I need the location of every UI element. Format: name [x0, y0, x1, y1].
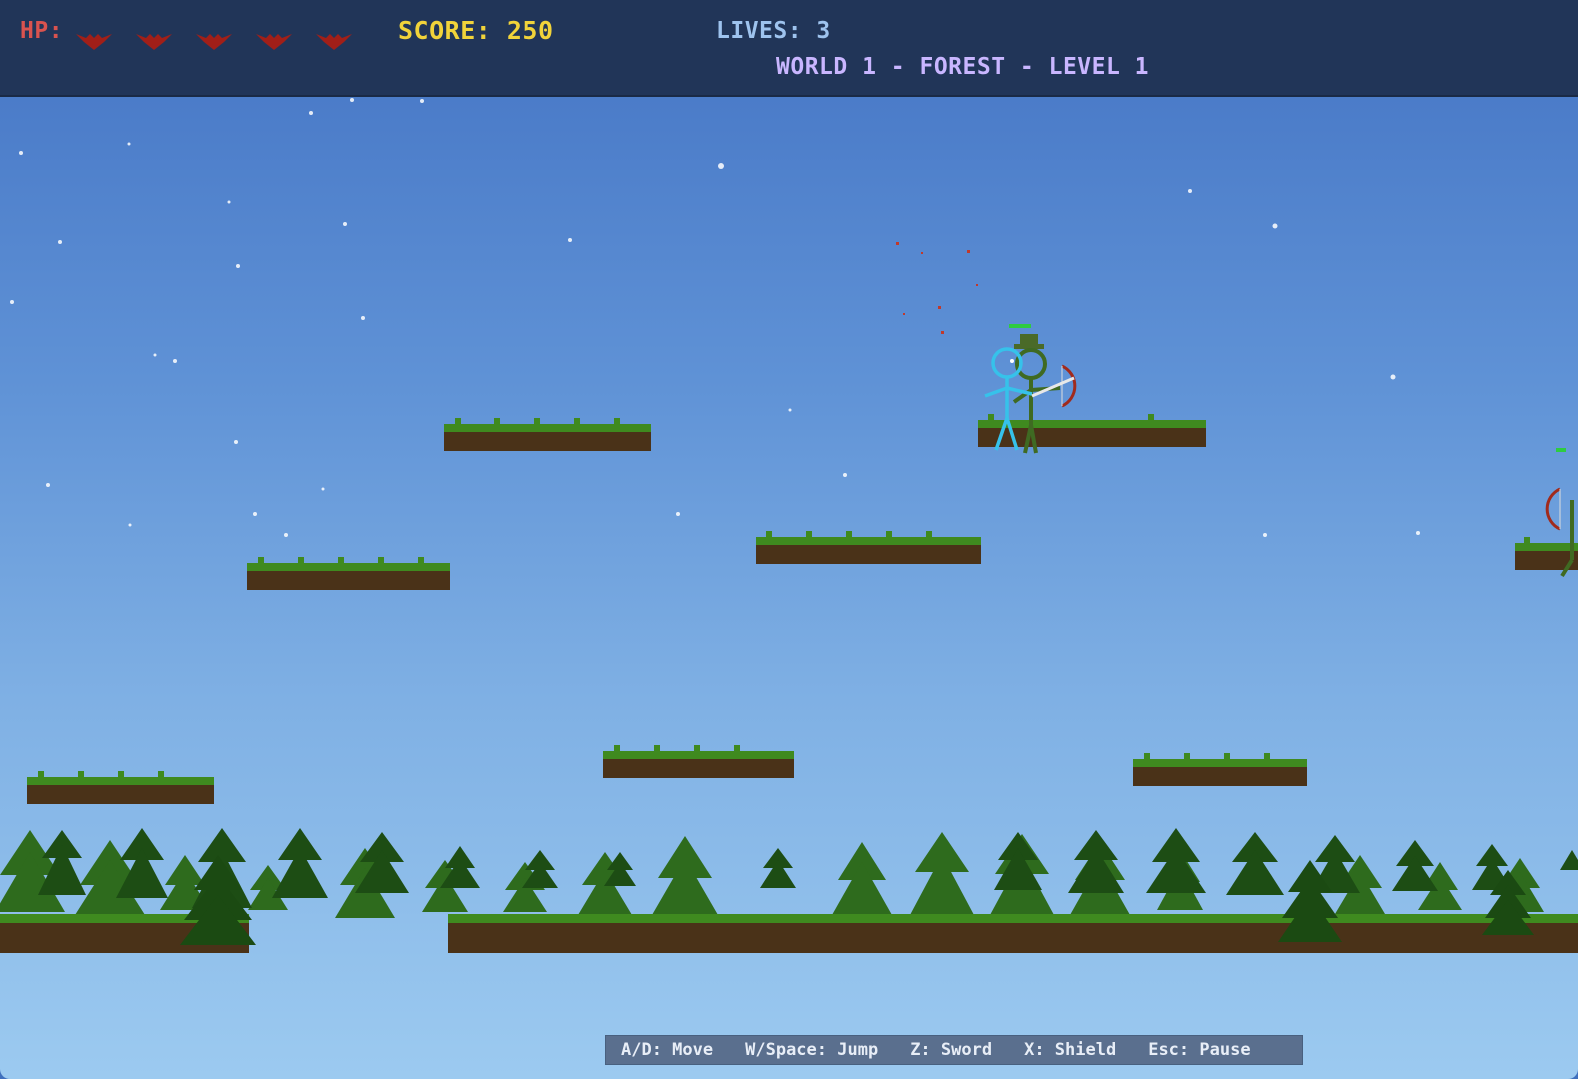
- control-hint-shield: X: Shield: [1024, 1040, 1117, 1060]
- hit-particles: [896, 242, 978, 334]
- winged-heart-icon: [196, 34, 232, 50]
- platform: [603, 751, 794, 778]
- sword-icon: [1031, 376, 1075, 398]
- star-field: [10, 98, 1420, 537]
- platforms: [27, 414, 1578, 804]
- controls-hint-bar: A/D: Move W/Space: Jump Z: Sword X: Shie…: [605, 1035, 1303, 1065]
- winged-heart-icon: [316, 34, 352, 50]
- lives-display: LIVES: 3: [716, 18, 831, 44]
- platform: [247, 563, 450, 590]
- enemy-health-bar: [1009, 324, 1031, 328]
- platform: [444, 424, 651, 451]
- platform: [1133, 759, 1307, 786]
- winged-heart-icon: [136, 34, 172, 50]
- winged-heart-icon: [76, 34, 112, 50]
- game-scene: [0, 98, 1578, 953]
- enemy-health-bar: [1556, 448, 1566, 452]
- control-hint-jump: W/Space: Jump: [745, 1040, 879, 1060]
- platform: [27, 777, 214, 804]
- game-screen[interactable]: HP: SCORE: 250 LIVES: 3 WORLD 1 - FOREST…: [0, 0, 1578, 1079]
- hud-bar: HP: SCORE: 250 LIVES: 3 WORLD 1 - FOREST…: [0, 0, 1578, 97]
- winged-heart-icon: [256, 34, 292, 50]
- platform: [756, 537, 981, 564]
- control-hint-move: A/D: Move: [621, 1040, 714, 1060]
- level-indicator: WORLD 1 - FOREST - LEVEL 1: [776, 54, 1150, 80]
- control-hint-sword: Z: Sword: [910, 1040, 993, 1060]
- control-hint-pause: Esc: Pause: [1148, 1040, 1251, 1060]
- hp-label: HP:: [20, 18, 64, 44]
- hp-hearts: [76, 34, 352, 50]
- score-display: SCORE: 250: [398, 16, 554, 45]
